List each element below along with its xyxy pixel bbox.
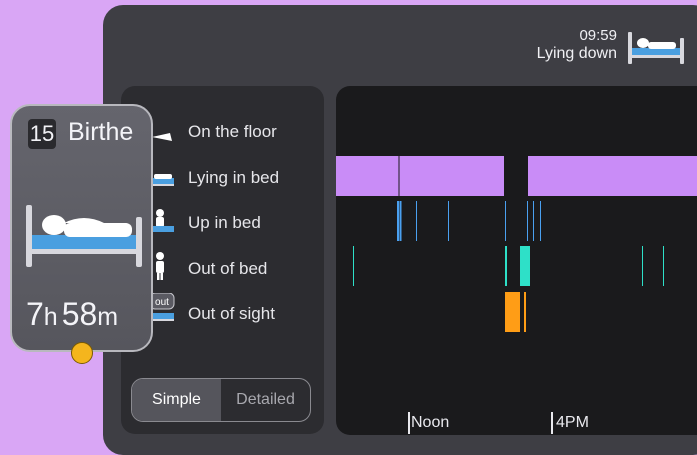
segment-out-of-bed [505,246,507,286]
legend-item-out-of-bed: Out of bed [188,259,268,278]
activity-timeline [336,86,697,435]
resident-name: Birthe [68,118,134,146]
segment-lying-in-bed [528,156,697,196]
segment-up-in-bed [397,201,399,241]
tick-mark-4pm [551,412,553,434]
segment-out-of-bed [663,246,664,286]
legend-item-up-in-bed: Up in bed [188,213,261,232]
segment-lying-in-bed [336,156,504,196]
duration-minutes: 58 [61,296,98,332]
tick-mark-noon [408,412,410,434]
segment-up-in-bed [540,201,541,241]
toggle-detailed[interactable]: Detailed [221,379,310,421]
up-in-bed-icon [150,208,176,241]
segment-out-of-sight [505,292,520,332]
duration-hours: 7 [26,296,44,332]
tick-label-4pm: 4PM [556,414,589,431]
tick-label-noon: Noon [411,414,450,431]
segment-up-in-bed [416,201,417,241]
current-status: 09:59 Lying down [537,27,617,63]
out-of-sight-icon: out [149,292,176,330]
alert-indicator[interactable] [71,342,93,364]
resident-card[interactable]: 15 Birthe 7h 58m [10,104,153,352]
bed-lying-icon [626,30,686,71]
legend-item-on-floor: On the floor [188,122,277,141]
view-mode-toggle[interactable]: Simple Detailed [131,378,311,422]
segment-up-in-bed [448,201,449,241]
duration-minutes-unit: m [97,303,119,331]
segment-out-of-bed [642,246,643,286]
segment-out-of-bed [520,246,530,286]
segment-up-in-bed [533,201,534,241]
svg-text:out: out [155,297,169,308]
bed-lying-icon [24,201,144,276]
duration-hours-unit: h [43,303,58,331]
segment-up-in-bed [527,201,528,241]
status-label: Lying down [536,45,617,62]
legend-item-lying-in-bed: Lying in bed [188,168,280,187]
toggle-simple[interactable]: Simple [132,379,221,421]
status-time: 09:59 [579,27,617,44]
legend-item-out-of-sight: Out of sight [188,304,275,323]
segment-up-in-bed [505,201,506,241]
segment-out-of-bed [353,246,354,286]
room-number: 15 [28,119,56,149]
on-floor-icon [150,125,174,154]
time-in-state: 7h 58m [26,296,122,333]
lying-in-bed-icon [150,168,176,195]
segment-up-in-bed [399,201,402,241]
out-of-bed-icon [150,251,174,286]
segment-out-of-sight [524,292,526,332]
